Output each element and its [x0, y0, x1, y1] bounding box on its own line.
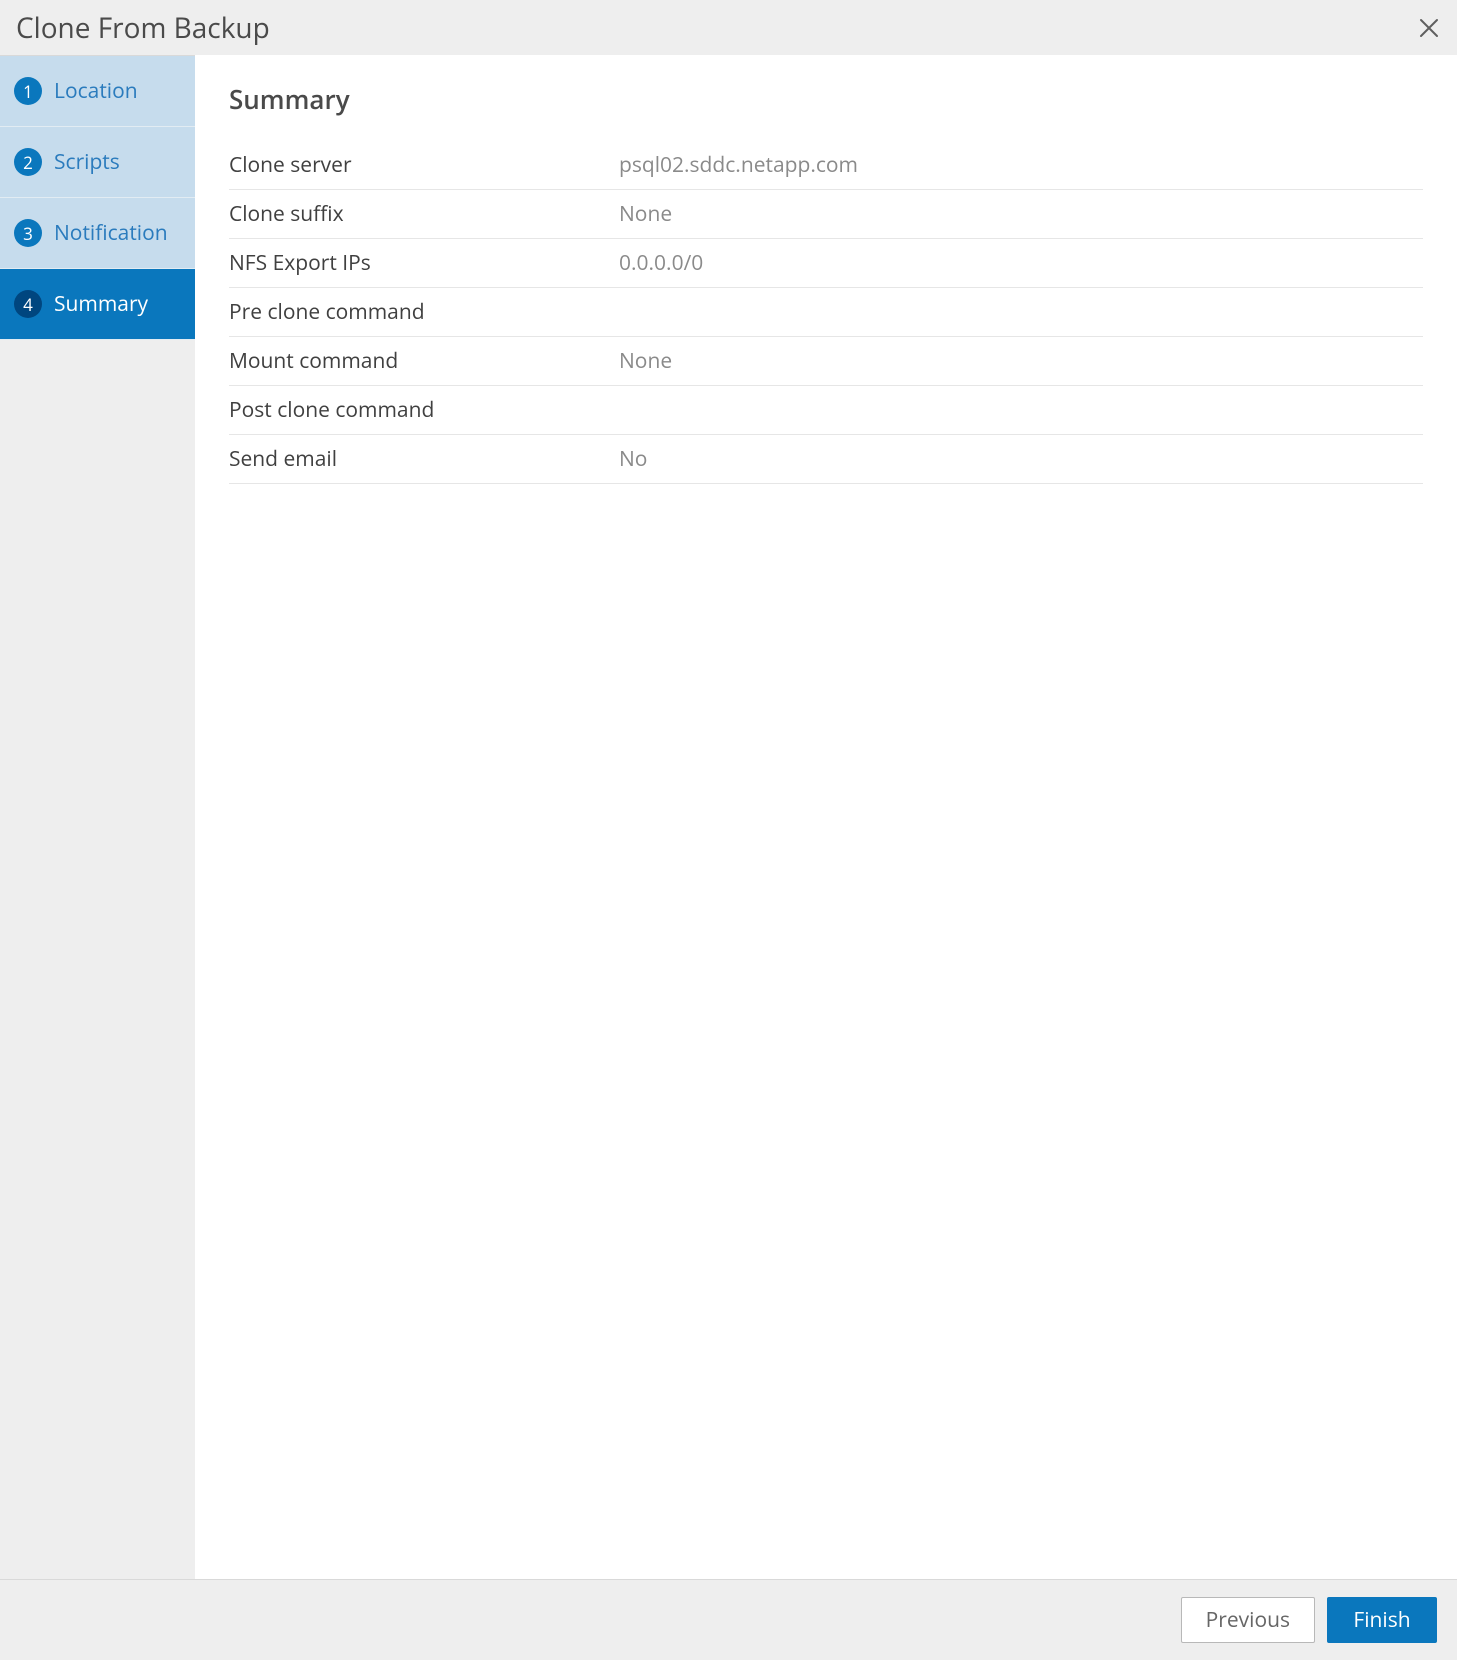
summary-val: None	[619, 337, 1423, 386]
summary-row-nfs-export-ips: NFS Export IPs 0.0.0.0/0	[229, 239, 1423, 288]
dialog-title: Clone From Backup	[16, 9, 270, 47]
summary-row-mount-command: Mount command None	[229, 337, 1423, 386]
step-label: Location	[54, 77, 138, 105]
summary-val: 0.0.0.0/0	[619, 239, 1423, 288]
step-label: Summary	[54, 290, 148, 318]
titlebar: Clone From Backup	[0, 0, 1457, 55]
summary-key: Mount command	[229, 337, 619, 386]
wizard-steps-sidebar: 1 Location 2 Scripts 3 Notification 4 Su…	[0, 55, 195, 1579]
summary-row-pre-clone-command: Pre clone command	[229, 288, 1423, 337]
clone-from-backup-dialog: Clone From Backup 1 Location 2 Scripts 3…	[0, 0, 1457, 1660]
summary-key: Post clone command	[229, 386, 619, 435]
step-number: 3	[14, 219, 42, 247]
step-location[interactable]: 1 Location	[0, 56, 195, 127]
close-icon[interactable]	[1417, 16, 1441, 40]
summary-val	[619, 288, 1423, 337]
step-number: 2	[14, 148, 42, 176]
step-number: 4	[14, 290, 42, 318]
summary-val	[619, 386, 1423, 435]
summary-key: Pre clone command	[229, 288, 619, 337]
summary-val: No	[619, 435, 1423, 484]
summary-row-clone-server: Clone server psql02.sddc.netapp.com	[229, 141, 1423, 190]
summary-row-send-email: Send email No	[229, 435, 1423, 484]
summary-key: Clone server	[229, 141, 619, 190]
summary-key: Clone suffix	[229, 190, 619, 239]
step-summary[interactable]: 4 Summary	[0, 269, 195, 340]
finish-button[interactable]: Finish	[1327, 1597, 1437, 1643]
summary-val: None	[619, 190, 1423, 239]
step-notification[interactable]: 3 Notification	[0, 198, 195, 269]
page-heading: Summary	[229, 81, 1423, 117]
step-scripts[interactable]: 2 Scripts	[0, 127, 195, 198]
step-label: Scripts	[54, 148, 120, 176]
summary-row-clone-suffix: Clone suffix None	[229, 190, 1423, 239]
step-number: 1	[14, 77, 42, 105]
summary-key: Send email	[229, 435, 619, 484]
main-content: Summary Clone server psql02.sddc.netapp.…	[195, 55, 1457, 1579]
previous-button[interactable]: Previous	[1181, 1597, 1315, 1643]
summary-table: Clone server psql02.sddc.netapp.com Clon…	[229, 141, 1423, 484]
step-label: Notification	[54, 219, 168, 247]
dialog-body: 1 Location 2 Scripts 3 Notification 4 Su…	[0, 55, 1457, 1579]
summary-val: psql02.sddc.netapp.com	[619, 141, 1423, 190]
summary-key: NFS Export IPs	[229, 239, 619, 288]
summary-row-post-clone-command: Post clone command	[229, 386, 1423, 435]
dialog-footer: Previous Finish	[0, 1579, 1457, 1660]
